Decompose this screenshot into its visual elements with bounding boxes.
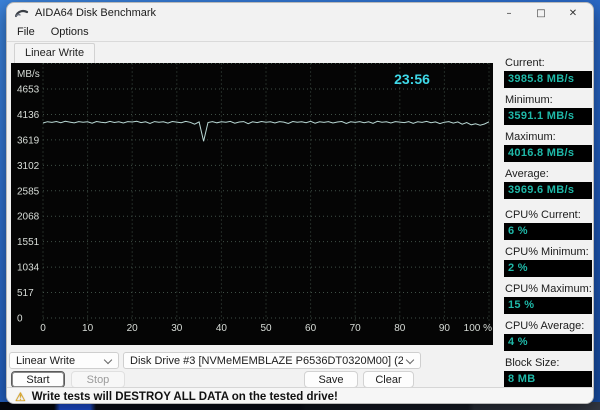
stat-label: Average: (505, 168, 549, 180)
menu-options[interactable]: Options (51, 26, 89, 38)
disk-drive-select[interactable]: Disk Drive #3 [NVMeMEMBLAZE P6536DT0320M… (123, 352, 421, 369)
stat-cpu-maximum: CPU% Maximum: 15 % (504, 283, 592, 314)
warning-text: Write tests will DESTROY ALL DATA on the… (31, 390, 338, 403)
x-axis-label: 30 (171, 323, 183, 334)
minimize-icon[interactable]: – (493, 3, 525, 23)
benchmark-chart: MB/s 0 517 1034 1551 2068 2585 3102 3619 4136 4653… (11, 63, 493, 345)
stat-label: CPU% Current: (505, 209, 581, 221)
stop-button[interactable]: Stop (71, 371, 125, 388)
y-axis-label: 0 (17, 314, 23, 325)
x-axis-label: 60 (305, 323, 317, 334)
x-axis-label: 90 (439, 323, 451, 334)
save-button[interactable]: Save (304, 371, 358, 388)
y-axis-label: 4136 (17, 110, 40, 121)
stat-value: 3969.6 MB/s (504, 182, 592, 199)
app-icon (14, 7, 29, 19)
stat-label: Maximum: (505, 131, 556, 143)
stat-value: 3591.1 MB/s (504, 108, 592, 125)
x-axis-label: 70 (350, 323, 362, 334)
tab-linear-write[interactable]: Linear Write (14, 43, 96, 63)
y-axis-label: 4653 (17, 85, 40, 96)
y-axis-unit-label: MB/s (17, 69, 40, 80)
test-type-select[interactable]: Linear Write (9, 352, 119, 369)
stat-value: 2 % (504, 260, 592, 277)
y-axis-label: 3102 (17, 161, 40, 172)
test-type-value: Linear Write (16, 354, 76, 367)
maximize-icon[interactable]: □ (525, 3, 557, 23)
stat-average: Average: 3969.6 MB/s (504, 168, 592, 199)
x-axis-label: 50 (260, 323, 272, 334)
x-axis-label: 40 (216, 323, 228, 334)
title-bar: AIDA64 Disk Benchmark – □ ✕ (7, 3, 593, 23)
stat-value: 8 MB (504, 371, 592, 388)
stat-block-size: Block Size: 8 MB (504, 357, 592, 388)
disk-drive-value: Disk Drive #3 [NVMeMEMBLAZE P6536DT0320M… (130, 354, 403, 367)
stat-cpu-current: CPU% Current: 6 % (504, 209, 592, 240)
y-axis-label: 1551 (17, 237, 40, 248)
menu-file[interactable]: File (17, 26, 35, 38)
stat-value: 4016.8 MB/s (504, 145, 592, 162)
stat-label: CPU% Maximum: (505, 283, 592, 295)
stat-maximum: Maximum: 4016.8 MB/s (504, 131, 592, 162)
clear-button[interactable]: Clear (363, 371, 414, 388)
elapsed-clock-label: 23:56 (394, 71, 430, 87)
y-axis-label: 517 (17, 288, 34, 299)
stat-value: 15 % (504, 297, 592, 314)
x-axis-label: 0 (40, 323, 46, 334)
stat-label: Block Size: (505, 357, 560, 369)
stat-cpu-average: CPU% Average: 4 % (504, 320, 592, 351)
stat-label: Minimum: (505, 94, 553, 106)
x-axis-label: 20 (127, 323, 139, 334)
warning-icon: ⚠ (15, 389, 26, 404)
stat-label: Current: (505, 57, 545, 69)
y-axis-label: 1034 (17, 263, 40, 274)
chevron-down-icon (407, 357, 414, 364)
stat-cpu-minimum: CPU% Minimum: 2 % (504, 246, 592, 277)
aida64-disk-benchmark-window: AIDA64 Disk Benchmark – □ ✕ File Options… (6, 2, 594, 404)
benchmark-chart-svg: MB/s 0 517 1034 1551 2068 2585 3102 3619 4136 4653… (17, 63, 492, 334)
stat-current: Current: 3985.8 MB/s (504, 57, 592, 88)
stat-value: 3985.8 MB/s (504, 71, 592, 88)
stats-panel: Current: 3985.8 MB/s Minimum: 3591.1 MB/… (504, 57, 592, 394)
stat-label: CPU% Minimum: (505, 246, 589, 258)
window-title: AIDA64 Disk Benchmark (35, 7, 157, 19)
stat-value: 4 % (504, 334, 592, 351)
y-axis-label: 2585 (17, 186, 40, 197)
y-axis-label: 2068 (17, 212, 40, 223)
warning-bar: ⚠ Write tests will DESTROY ALL DATA on t… (7, 387, 593, 404)
close-icon[interactable]: ✕ (557, 3, 589, 23)
x-axis-label: 10 (82, 323, 94, 334)
stat-value: 6 % (504, 223, 592, 240)
start-button[interactable]: Start (11, 371, 65, 388)
y-axis-label: 3619 (17, 135, 40, 146)
stat-minimum: Minimum: 3591.1 MB/s (504, 94, 592, 125)
chevron-down-icon (105, 357, 112, 364)
x-axis-label: 80 (394, 323, 406, 334)
menu-bar: File Options (7, 23, 593, 42)
stat-label: CPU% Average: (505, 320, 585, 332)
x-axis-label: 100 % (464, 323, 492, 334)
